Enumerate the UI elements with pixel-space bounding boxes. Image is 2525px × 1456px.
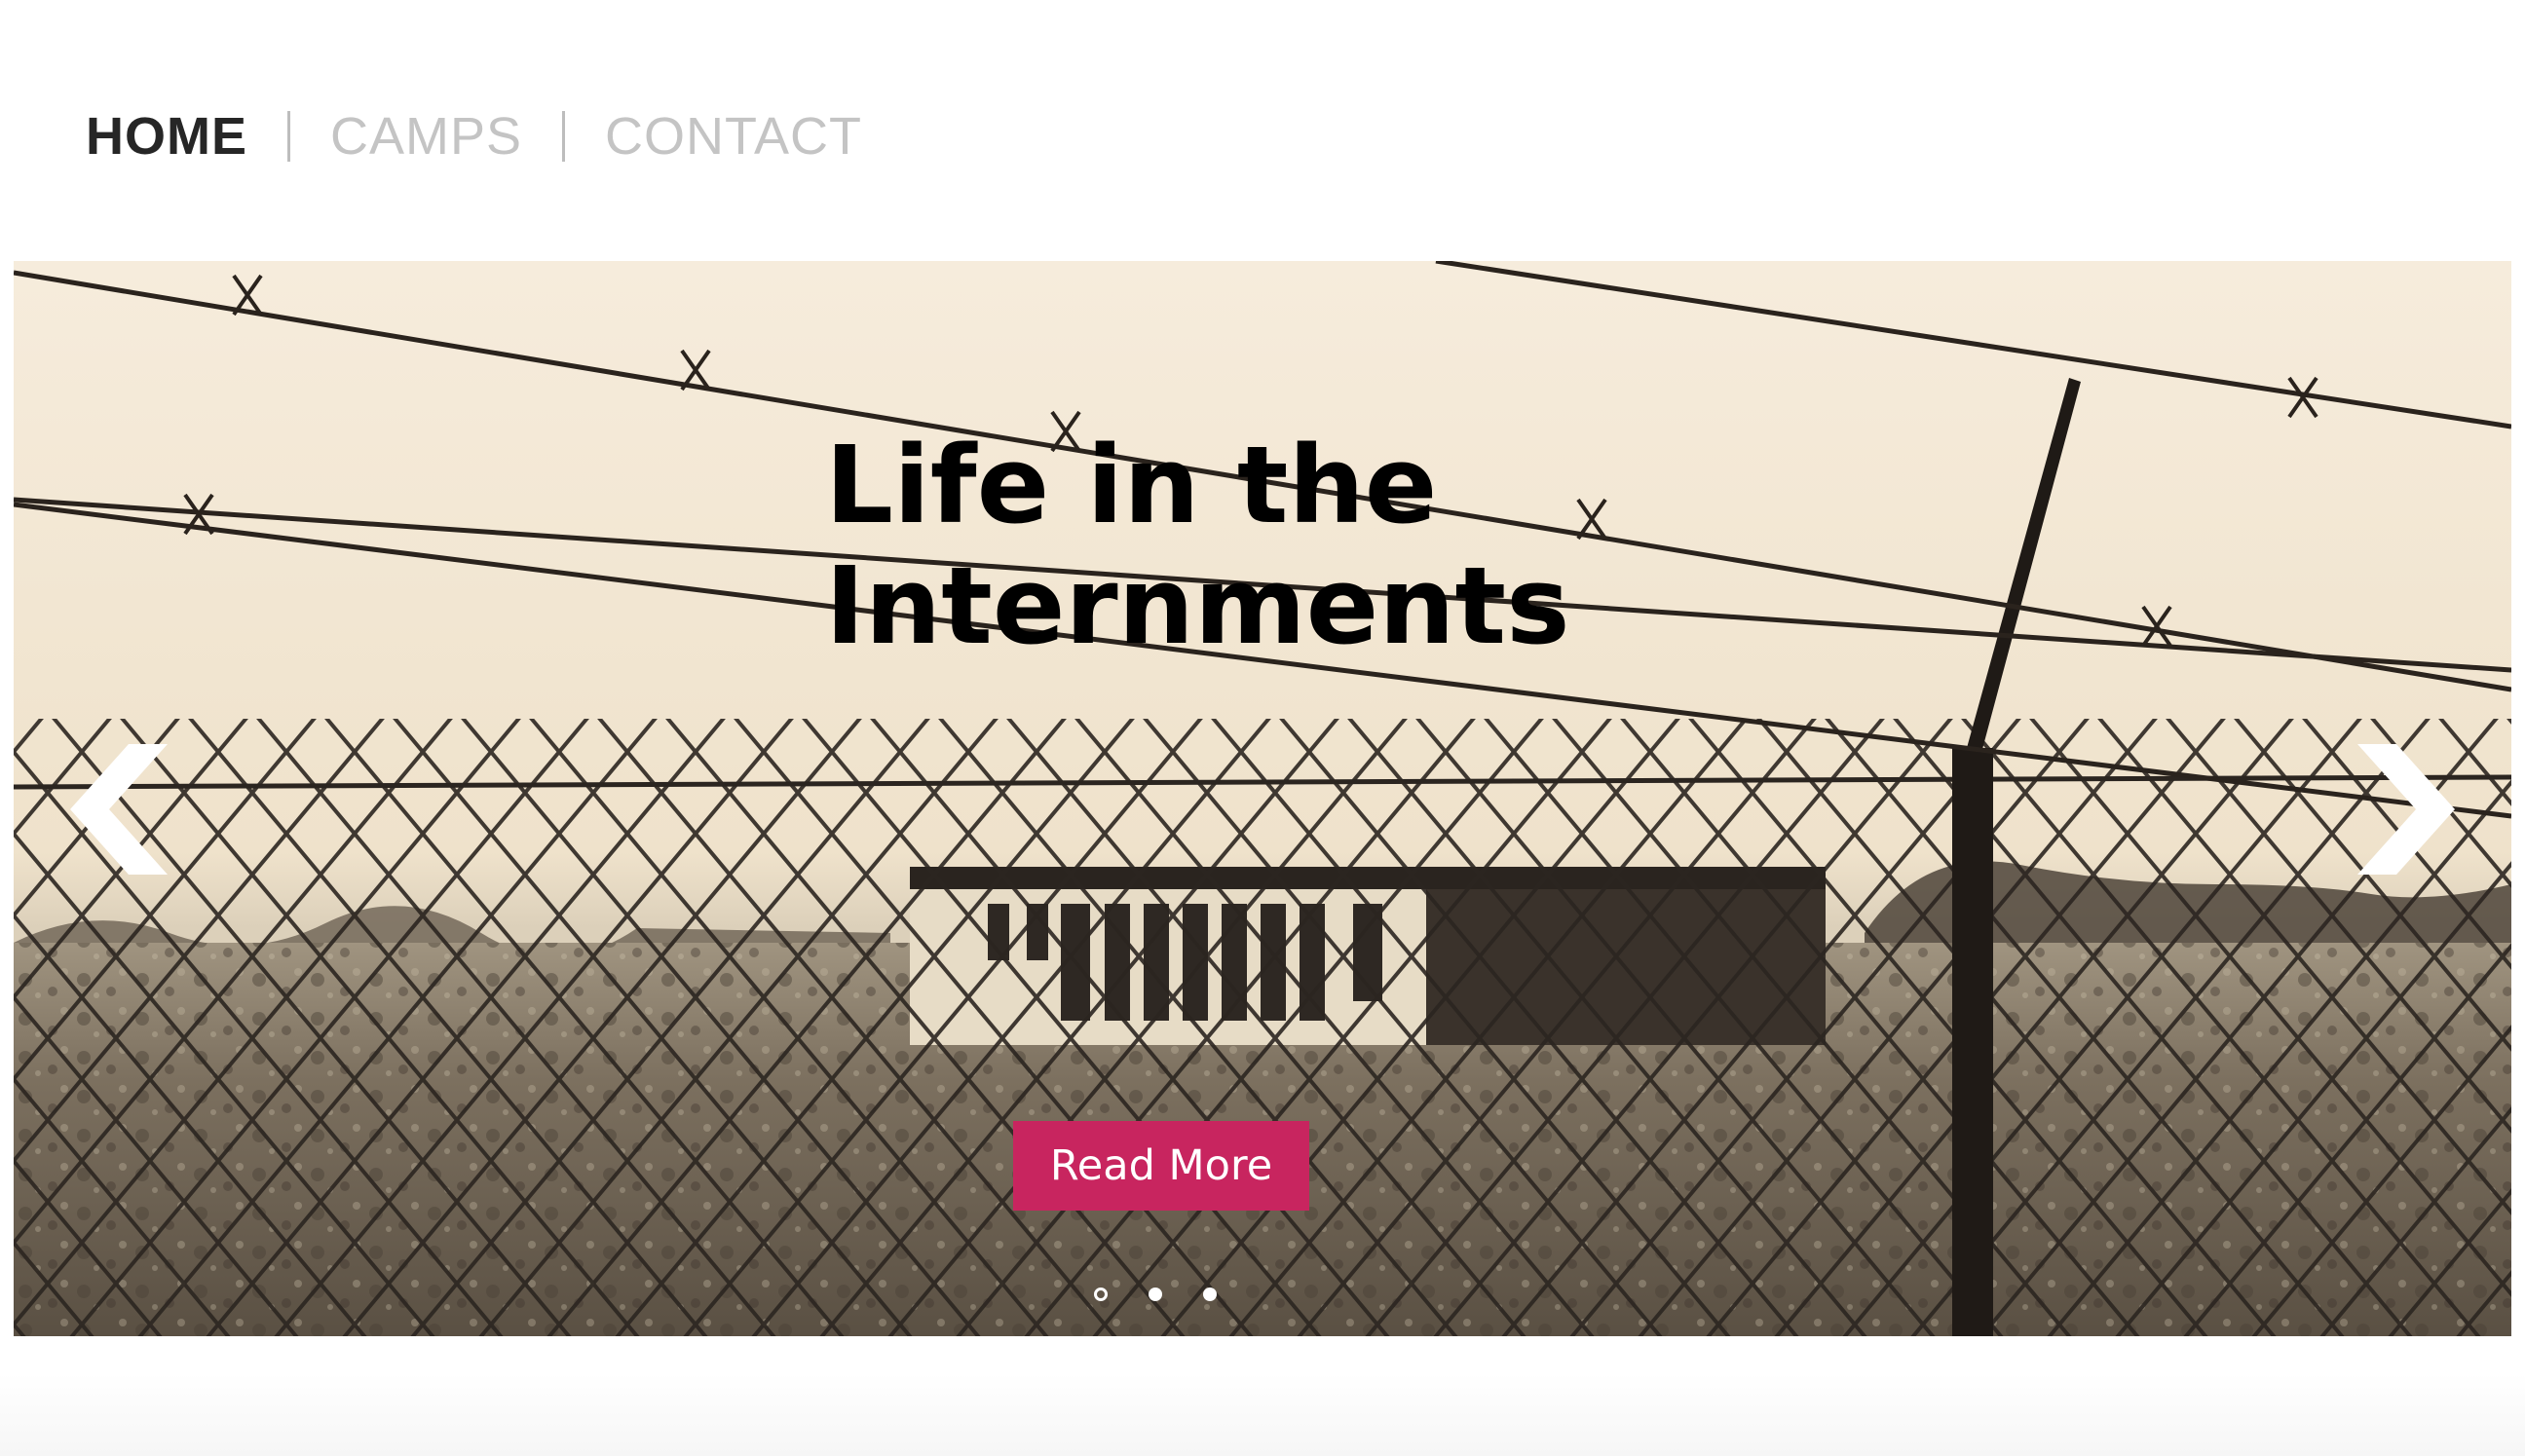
hero-title: Life in the Internments (825, 425, 1702, 666)
slide-dot-3[interactable] (1203, 1288, 1217, 1301)
hero-title-line-2: Internments (825, 543, 1570, 668)
hero-slider: Life in the Internments Read More (14, 261, 2511, 1336)
chevron-right-icon[interactable] (2346, 736, 2472, 882)
nav-divider (287, 111, 290, 162)
page: HOME CAMPS CONTACT Life in the Internmen… (0, 0, 2525, 1456)
nav-camps-link[interactable]: CAMPS (330, 110, 522, 163)
main-nav: HOME CAMPS CONTACT (86, 97, 862, 175)
read-more-button[interactable]: Read More (1013, 1121, 1309, 1211)
chevron-left-icon[interactable] (53, 736, 179, 882)
hero-title-line-1: Life in the (825, 423, 1438, 547)
nav-divider (562, 111, 566, 162)
slide-indicators (1094, 1283, 1258, 1306)
slide-dot-2[interactable] (1149, 1288, 1162, 1301)
nav-contact-link[interactable]: CONTACT (605, 110, 862, 163)
slide-dot-1[interactable] (1094, 1288, 1108, 1301)
nav-home-link[interactable]: HOME (86, 110, 247, 163)
